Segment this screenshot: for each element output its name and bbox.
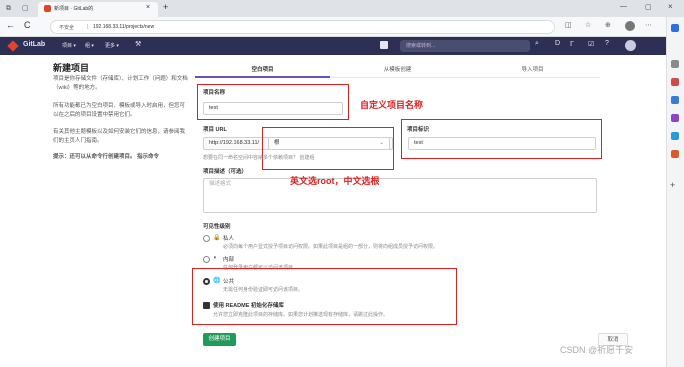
reading-view-icon[interactable]: ◫ xyxy=(565,21,572,31)
merge-request-icon[interactable]: ᒥ xyxy=(570,40,574,48)
browser-menu-icon[interactable]: ⧉ xyxy=(6,4,11,14)
description-label: 项目描述（可选） xyxy=(203,169,248,175)
refresh-icon[interactable]: C xyxy=(24,20,31,30)
private-desc: 必须向每个用户显式授予项目访问权限。如果此项目是组的一部分，则将向组成员授予访问… xyxy=(223,244,439,250)
project-url-label: 项目 URL xyxy=(203,127,227,133)
watermark: CSDN @祈愿千安 xyxy=(560,345,634,355)
tip-text: 提示：还可以从命令行创建项目。 指示命令 xyxy=(53,154,160,160)
sidebar-shopping-icon[interactable] xyxy=(671,78,679,86)
highlight-namespace xyxy=(262,127,394,170)
sidebar-edge-icon[interactable] xyxy=(671,24,679,32)
maximize-icon[interactable]: ▢ xyxy=(645,3,652,11)
browser-tab[interactable]: 新项目 · GitLab的 × xyxy=(38,2,158,17)
minimize-icon[interactable]: — xyxy=(620,3,627,10)
intro-text: 项目是你存储文件（存储库）、计划工作（问题）和文档（wiki）等的地方。 xyxy=(53,76,188,91)
url-help: 想要在同一命名空间中容纳多个依赖项目？ 创建组 xyxy=(203,155,315,161)
window-close-icon[interactable]: × xyxy=(668,2,673,11)
sidebar-add-icon[interactable]: + xyxy=(670,180,675,190)
tab-from-template[interactable]: 从模板创建 xyxy=(330,62,465,78)
gitlab-favicon-icon xyxy=(44,5,51,12)
profile-avatar[interactable] xyxy=(625,21,635,31)
user-avatar[interactable] xyxy=(625,40,636,51)
tab-blank-project[interactable]: 空白项目 xyxy=(195,62,330,78)
tab-import-project[interactable]: 导入项目 xyxy=(465,62,600,78)
collections-icon[interactable]: ⊕ xyxy=(605,21,611,31)
sidebar-office-icon[interactable] xyxy=(671,132,679,140)
create-project-button[interactable]: 创建项目 xyxy=(203,333,236,346)
radio-internal[interactable] xyxy=(203,256,210,263)
back-icon[interactable]: ← xyxy=(6,20,15,30)
radio-private[interactable] xyxy=(203,235,210,242)
description-textarea[interactable]: 描述格式 xyxy=(203,178,597,213)
lock-icon: 🔒 xyxy=(213,235,221,241)
annotation-name: 自定义项目名称 xyxy=(360,100,424,110)
close-icon[interactable]: × xyxy=(146,4,150,11)
url-text: 192.168.33.11/projects/new xyxy=(93,24,155,30)
visibility-label: 可见性级别 xyxy=(203,224,231,230)
annotation-namespace: 英文选root，中文选根 xyxy=(290,176,380,186)
todo-icon[interactable]: ☑ xyxy=(588,40,594,48)
new-tab-icon[interactable]: + xyxy=(163,2,168,12)
menu-projects[interactable]: 项目 ▾ xyxy=(62,42,76,49)
highlight-visibility xyxy=(192,268,457,325)
sidebar-search-icon[interactable] xyxy=(671,60,679,68)
gitlab-navbar: GitLab 项目 ▾ 组 ▾ 更多 ▾ ⚒ ⌕ D ᒥ ☑ ? xyxy=(0,37,666,55)
private-title: 私人 xyxy=(223,236,235,242)
tab-list-icon[interactable]: ▢ xyxy=(22,4,29,14)
address-input[interactable]: 不安全 | 192.168.33.11/projects/new xyxy=(50,20,555,34)
sidebar-outlook-icon[interactable] xyxy=(671,150,679,158)
brand-label[interactable]: GitLab xyxy=(23,41,45,48)
security-label[interactable]: 不安全 xyxy=(59,24,74,31)
help-icon[interactable]: ? xyxy=(605,40,609,47)
sidebar-tools-icon[interactable] xyxy=(671,96,679,104)
url-divider: | xyxy=(87,24,89,30)
features-text: 所有功能都已为空白项目、模板或导入时启用，但您可以在之后的项目设置中禁用它们。 xyxy=(53,103,186,118)
page-title: 新建项目 xyxy=(53,63,90,73)
project-tabs: 空白项目 从模板创建 导入项目 xyxy=(195,62,600,78)
issues-icon[interactable]: D xyxy=(555,40,560,47)
url-prefix: http://192.168.33.11/ xyxy=(209,140,260,146)
highlight-name xyxy=(197,84,349,120)
favorites-icon[interactable]: ☆ xyxy=(585,21,591,31)
templates-text: 有关其他主题模板以及如何安装它们的信息，请参阅我们的主页人门指南。 xyxy=(53,129,186,144)
more-icon[interactable]: ⋯ xyxy=(645,21,652,31)
menu-groups[interactable]: 组 ▾ xyxy=(85,42,94,49)
menu-more[interactable]: 更多 ▾ xyxy=(105,42,119,49)
search-icon[interactable]: ⌕ xyxy=(535,40,539,48)
create-new-icon[interactable] xyxy=(380,41,388,49)
shield-icon: ◖ xyxy=(213,255,217,261)
browser-sidebar xyxy=(666,17,684,367)
gitlab-logo-icon[interactable] xyxy=(7,40,19,52)
wrench-icon[interactable]: ⚒ xyxy=(135,40,141,48)
highlight-slug xyxy=(401,119,602,159)
tab-title: 新项目 · GitLab的 xyxy=(54,6,94,12)
internal-title: 内部 xyxy=(223,257,235,263)
nav-search-input[interactable]: 搜索或转到... xyxy=(400,40,530,52)
sidebar-games-icon[interactable] xyxy=(671,114,679,122)
